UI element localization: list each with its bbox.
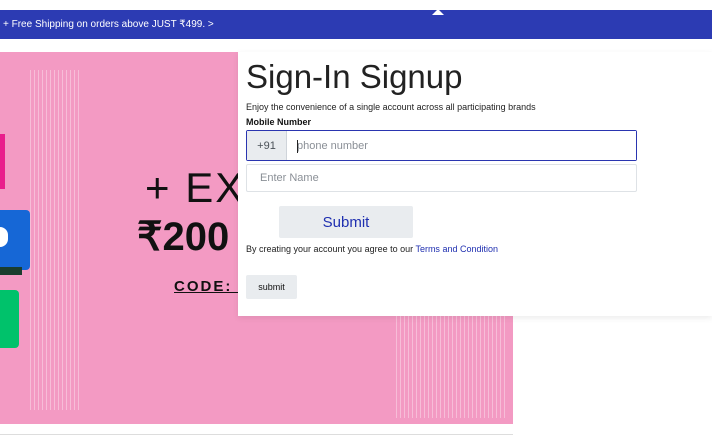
announcement-bar[interactable]: + Free Shipping on orders above JUST ₹49… xyxy=(0,9,712,39)
text-cursor xyxy=(297,140,298,153)
name-input[interactable] xyxy=(246,164,637,192)
page-title: Sign-In Signup xyxy=(246,58,463,95)
mobile-number-label: Mobile Number xyxy=(246,117,312,127)
terms-link[interactable]: Terms and Condition xyxy=(415,244,498,254)
signin-subtitle: Enjoy the convenience of a single accoun… xyxy=(246,102,536,112)
caret-up-icon xyxy=(432,9,444,15)
submit-button[interactable]: Submit xyxy=(279,206,413,238)
phone-number-input[interactable] xyxy=(287,131,636,160)
divider xyxy=(0,434,513,435)
banner-amount: ₹200 xyxy=(137,215,230,259)
signin-panel: Sign-In Signup Enjoy the convenience of … xyxy=(238,52,712,316)
terms-text: By creating your account you agree to ou… xyxy=(246,244,498,254)
banner-brand-tile-green xyxy=(0,290,19,348)
submit-small-button[interactable]: submit xyxy=(246,275,297,299)
banner-headline: + EX xyxy=(145,164,246,211)
banner-stripes-left xyxy=(30,70,82,410)
banner-brand-tile-magenta xyxy=(0,134,5,189)
announcement-text[interactable]: + Free Shipping on orders above JUST ₹49… xyxy=(3,19,214,30)
country-code-prefix: +91 xyxy=(247,131,287,160)
phone-input-group: +91 xyxy=(246,130,637,161)
terms-prefix: By creating your account you agree to ou… xyxy=(246,244,416,254)
banner-brand-tile-dark xyxy=(0,267,22,275)
